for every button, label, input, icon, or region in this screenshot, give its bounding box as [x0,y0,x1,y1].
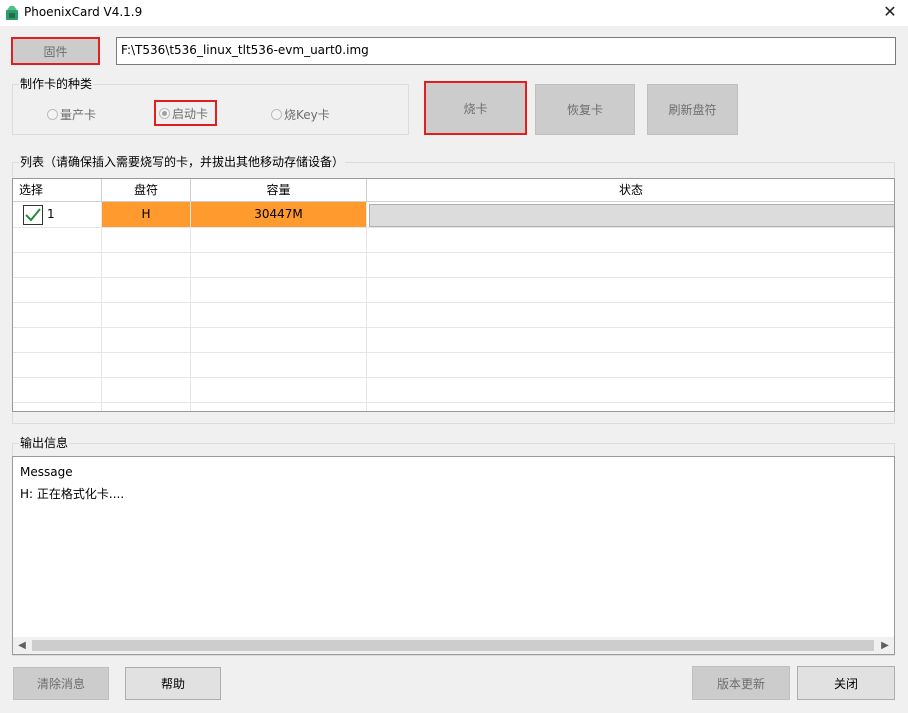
burn-card-button[interactable]: 烧卡 [424,81,527,135]
firmware-button[interactable]: 固件 [11,37,100,65]
scroll-left-icon[interactable]: ◀ [14,638,30,653]
row-index: 1 [47,207,55,221]
version-update-button[interactable]: 版本更新 [692,666,790,700]
capacity-cell: 30447M [191,202,367,227]
card-list-table: 选择 盘符 容量 状态 1 H 30447M [12,178,895,412]
radio-circle-icon [271,108,282,120]
window-title: PhoenixCard V4.1.9 [24,5,143,19]
close-window-icon[interactable]: ✕ [878,2,902,24]
table-row [13,402,894,411]
table-row [13,252,894,278]
radio-mass-production-label: 量产卡 [60,107,97,122]
row-checkbox[interactable] [23,204,43,225]
close-button[interactable]: 关闭 [797,666,895,700]
radio-circle-icon [47,108,58,120]
output-line: Message [20,465,73,479]
help-button[interactable]: 帮助 [125,667,221,700]
card-type-label: 制作卡的种类 [19,77,94,91]
table-row [13,327,894,353]
refresh-drives-button[interactable]: 刷新盘符 [647,84,738,135]
title-bar: PhoenixCard V4.1.9 ✕ [0,0,908,26]
drive-cell: H [102,202,191,227]
radio-checked-icon [159,107,170,119]
firmware-path-field[interactable]: F:\T536\t536_linux_tlt536-evm_uart0.img [116,37,896,65]
output-message-box[interactable]: Message H: 正在格式化卡.... ◀ ▶ [12,456,895,655]
table-row [13,377,894,403]
radio-mass-production[interactable]: 量产卡 [47,106,96,122]
scroll-right-icon[interactable]: ▶ [877,638,893,653]
status-progress-bar [369,204,894,227]
table-row [13,227,894,253]
table-header: 选择 盘符 容量 状态 [13,179,894,202]
output-line: H: 正在格式化卡.... [20,487,125,501]
status-cell [367,202,894,227]
app-icon [6,6,18,20]
radio-boot-card-label: 启动卡 [172,106,209,121]
horizontal-scrollbar[interactable]: ◀ ▶ [13,637,894,654]
table-row [13,302,894,328]
select-cell: 1 [13,202,102,227]
clear-messages-button[interactable]: 清除消息 [13,667,109,700]
radio-burn-key[interactable]: 烧Key卡 [271,106,330,122]
table-row [13,277,894,303]
column-select[interactable]: 选择 [13,179,102,201]
checkmark-icon [25,207,41,221]
table-row[interactable]: 1 H 30447M [13,202,894,228]
column-status[interactable]: 状态 [367,179,894,201]
scrollbar-thumb[interactable] [32,640,874,651]
radio-burn-key-label: 烧Key卡 [284,107,330,122]
column-drive[interactable]: 盘符 [102,179,191,201]
column-capacity[interactable]: 容量 [191,179,367,201]
output-label: 输出信息 [19,436,70,450]
restore-card-button[interactable]: 恢复卡 [535,84,635,135]
radio-boot-card[interactable]: 启动卡 [154,100,217,126]
list-label: 列表（请确保插入需要烧写的卡，并拔出其他移动存储设备） [19,155,346,169]
table-row [13,352,894,378]
